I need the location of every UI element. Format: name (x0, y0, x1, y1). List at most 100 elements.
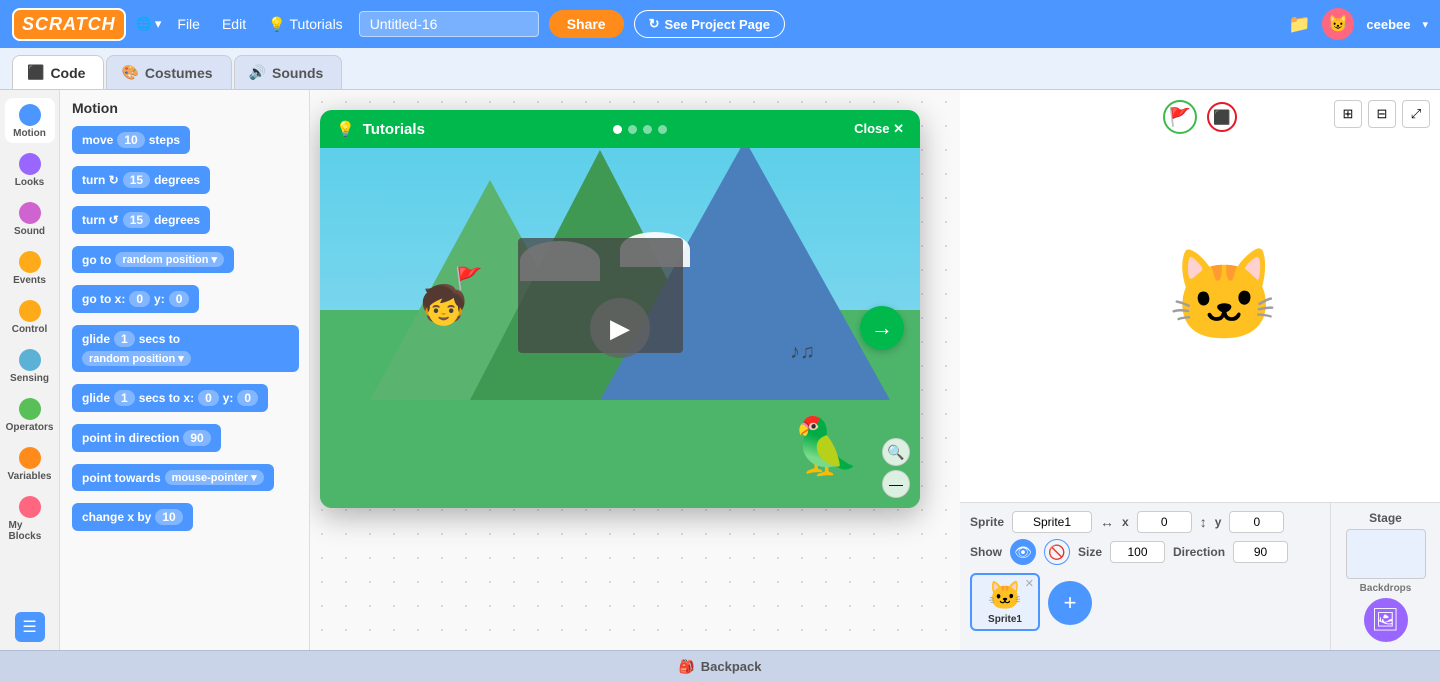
sprite-thumb-label: Sprite1 (988, 614, 1022, 625)
show-label: Show (970, 545, 1002, 559)
stage-area: 🚩 ⬛ ⊞ ⊟ ⤢ 🐱 (960, 90, 1440, 502)
blocks-panel: Motion move 10 steps turn ↻ 15 degrees t… (60, 90, 310, 650)
direction-input[interactable] (1233, 541, 1288, 563)
minimize-button[interactable]: — (882, 470, 910, 498)
globe-chevron: ▾ (155, 16, 162, 32)
sidebar-item-operators[interactable]: Operators (5, 392, 55, 437)
scripts-area[interactable]: 🐱 💡 Tutorials Close ✕ (310, 90, 960, 650)
sprite-properties-panel: Sprite ↔ x ↕ y Show 👁 🚫 Size Directio (960, 503, 1330, 650)
block-turn-ccw[interactable]: turn ↺ 15 degrees (72, 206, 299, 240)
size-input[interactable] (1110, 541, 1165, 563)
stage-controls: 🚩 ⬛ (1163, 100, 1237, 134)
sound-dot (19, 202, 41, 224)
tutorial-modal: 💡 Tutorials Close ✕ (320, 110, 920, 508)
sidebar-item-control[interactable]: Control (5, 294, 55, 339)
sidebar-item-events[interactable]: Events (5, 245, 55, 290)
project-name-input[interactable] (359, 11, 539, 37)
share-button[interactable]: Share (549, 10, 624, 38)
y-input[interactable] (1229, 511, 1284, 533)
normal-view-button[interactable]: ⊟ (1368, 100, 1396, 128)
stage-thumbnail[interactable] (1346, 529, 1426, 579)
add-backdrop-icon: 🖼 (1372, 607, 1400, 633)
see-project-button[interactable]: ↻ See Project Page (634, 10, 785, 38)
edit-menu[interactable]: Edit (216, 16, 252, 32)
toucan-sprite: 🦜 (792, 414, 860, 479)
looks-label: Looks (15, 177, 44, 188)
blocks-panel-title: Motion (72, 100, 299, 116)
extensions-button[interactable]: ☰ (15, 612, 45, 642)
tab-costumes[interactable]: 🎨 Costumes (106, 55, 231, 89)
zoom-out-button[interactable]: 🔍 (882, 438, 910, 466)
nav-right: 📁 😺 ceebee ▾ (1288, 8, 1428, 40)
sidebar-item-sound[interactable]: Sound (5, 196, 55, 241)
sidebar: Motion Looks Sound Events Control Sensin… (0, 90, 60, 650)
events-dot (19, 251, 41, 273)
stage-view-buttons: ⊞ ⊟ ⤢ (1334, 100, 1430, 128)
block-glide-pos[interactable]: glide 1 secs to random position ▾ (72, 325, 299, 378)
tutorial-video-area: 🧒 🚩 🦜 ♪♫ ▶ → 🔍 — (320, 148, 920, 508)
sensing-dot (19, 349, 41, 371)
video-play-button[interactable]: ▶ (590, 298, 650, 358)
tutorial-progress-dots (613, 125, 667, 134)
globe-icon: 🌐 (136, 16, 152, 32)
x-input[interactable] (1137, 511, 1192, 533)
tabs-bar: ⬛ Code 🎨 Costumes 🔊 Sounds (0, 48, 1440, 90)
user-chevron[interactable]: ▾ (1422, 18, 1428, 31)
sprite-label: Sprite (970, 515, 1004, 529)
backpack-label: Backpack (701, 659, 762, 674)
y-label: y (1215, 515, 1222, 529)
backpack-bar[interactable]: 🎒 Backpack (0, 650, 1440, 682)
block-goto-xy[interactable]: go to x: 0 y: 0 (72, 285, 299, 319)
language-selector[interactable]: 🌐 ▾ (136, 16, 162, 32)
block-glide-xy[interactable]: glide 1 secs to x: 0 y: 0 (72, 384, 299, 418)
sidebar-item-motion[interactable]: Motion (5, 98, 55, 143)
green-flag-button[interactable]: 🚩 (1163, 100, 1197, 134)
file-menu[interactable]: File (171, 16, 206, 32)
small-view-button[interactable]: ⊞ (1334, 100, 1362, 128)
lightbulb-icon-tutorial: 💡 (336, 120, 355, 138)
sidebar-item-looks[interactable]: Looks (5, 147, 55, 192)
avatar[interactable]: 😺 (1322, 8, 1354, 40)
show-hidden-button[interactable]: 🚫 (1044, 539, 1070, 565)
myblocks-dot (19, 496, 41, 518)
sprite-name-input[interactable] (1012, 511, 1092, 533)
block-move[interactable]: move 10 steps (72, 126, 299, 160)
add-sprite-icon: + (1064, 590, 1077, 616)
tutorial-title: Tutorials (363, 121, 425, 138)
sound-label: Sound (14, 226, 45, 237)
tutorials-link[interactable]: 💡 Tutorials (262, 16, 349, 33)
block-change-x[interactable]: change x by 10 (72, 503, 299, 537)
top-nav: SCRATCH 🌐 ▾ File Edit 💡 Tutorials Share … (0, 0, 1440, 48)
username-label[interactable]: ceebee (1366, 17, 1410, 32)
tutorial-header: 💡 Tutorials Close ✕ (320, 110, 920, 148)
block-goto[interactable]: go to random position ▾ (72, 246, 299, 279)
sprite-thumb-sprite1[interactable]: ✕ 🐱 Sprite1 (970, 573, 1040, 631)
x-label: x (1122, 515, 1129, 529)
sidebar-item-variables[interactable]: Variables (5, 441, 55, 486)
add-sprite-button[interactable]: + (1048, 581, 1092, 625)
sidebar-item-sensing[interactable]: Sensing (5, 343, 55, 388)
sprite-delete-icon[interactable]: ✕ (1025, 577, 1034, 590)
block-direction[interactable]: point in direction 90 (72, 424, 299, 458)
sidebar-item-myblocks[interactable]: My Blocks (5, 490, 55, 546)
x-arrow-icon: ↔ (1100, 514, 1114, 530)
add-backdrop-button[interactable]: 🖼 (1364, 598, 1408, 642)
block-towards[interactable]: point towards mouse-pointer ▾ (72, 464, 299, 497)
tab-sounds[interactable]: 🔊 Sounds (234, 55, 343, 89)
tab-code[interactable]: ⬛ Code (12, 55, 104, 89)
backdrops-label: Backdrops (1360, 583, 1412, 594)
fullscreen-button[interactable]: ⤢ (1402, 100, 1430, 128)
tutorial-dot-3 (643, 125, 652, 134)
direction-label: Direction (1173, 545, 1225, 559)
folder-icon[interactable]: 📁 (1288, 14, 1310, 35)
tutorial-close-button[interactable]: Close ✕ (854, 121, 904, 137)
sprite-section: Sprite ↔ x ↕ y Show 👁 🚫 Size Directio (960, 502, 1440, 650)
scratch-logo[interactable]: SCRATCH (12, 8, 126, 41)
show-visible-button[interactable]: 👁 (1010, 539, 1036, 565)
stage-panel-label: Stage (1369, 511, 1402, 525)
tutorial-next-button[interactable]: → (860, 306, 904, 350)
size-label: Size (1078, 545, 1102, 559)
stop-button[interactable]: ⬛ (1207, 102, 1237, 132)
block-turn-cw[interactable]: turn ↻ 15 degrees (72, 166, 299, 200)
sprite-thumbnails-row: ✕ 🐱 Sprite1 + (970, 573, 1320, 631)
